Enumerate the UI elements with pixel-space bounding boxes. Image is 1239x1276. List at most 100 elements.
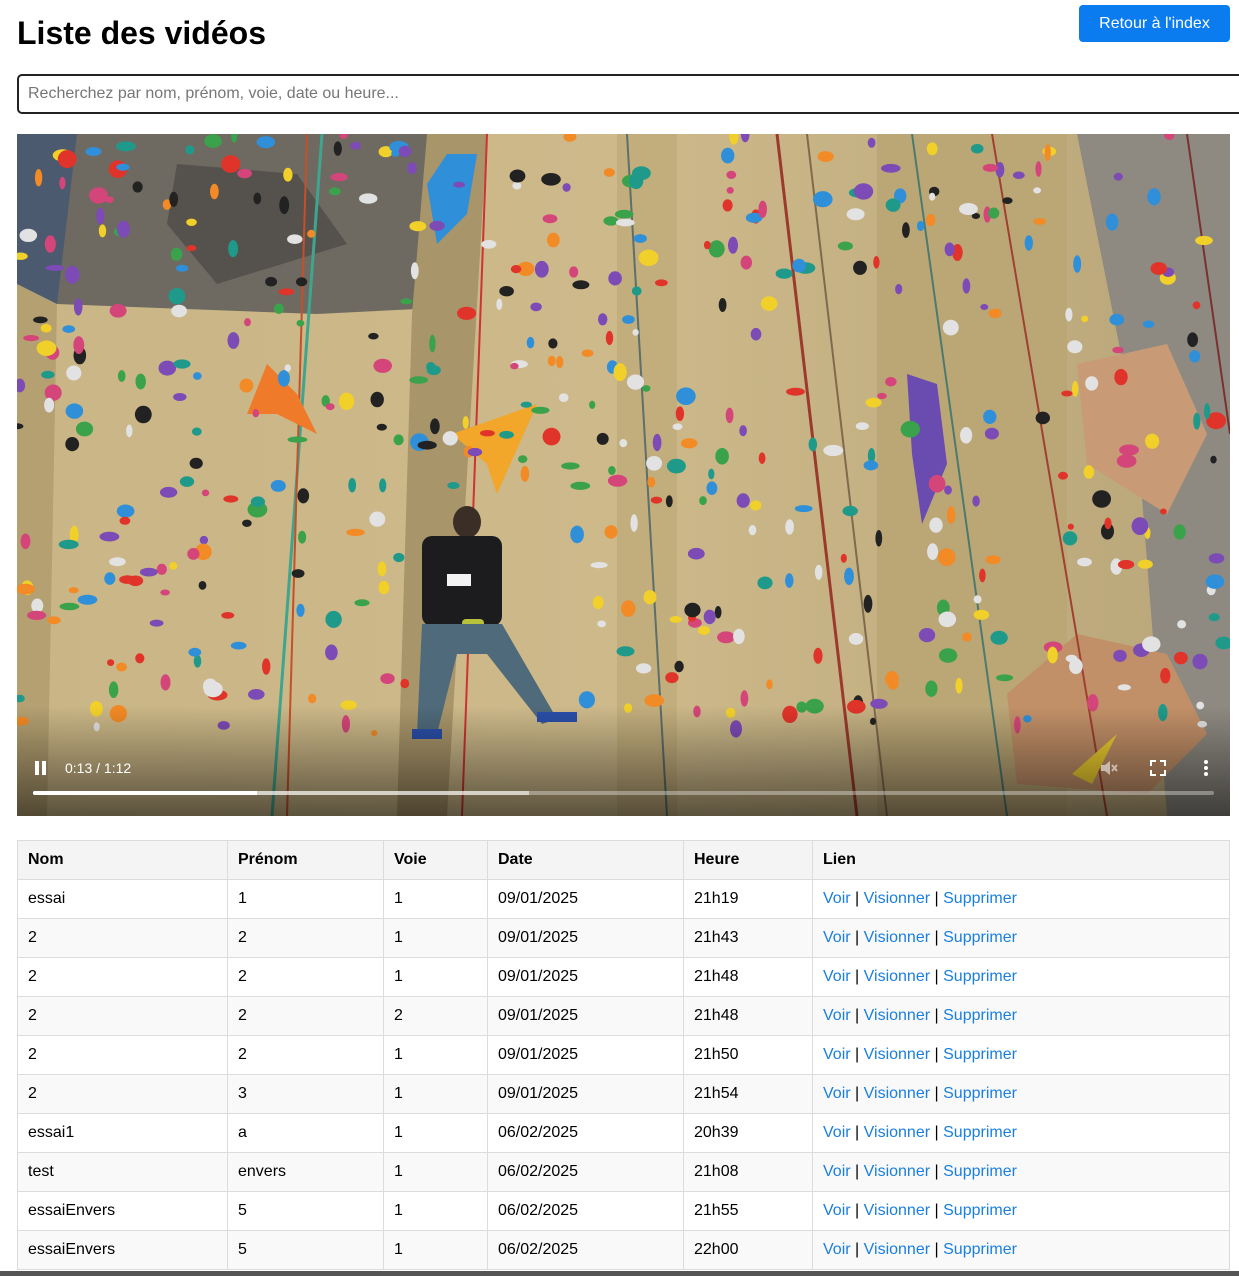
climbing-hold [298,530,307,544]
climbing-hold [1208,613,1220,622]
visionner-link[interactable]: Visionner [864,1202,930,1219]
more-vert-icon[interactable] [1197,758,1215,778]
cell-voie: 1 [383,1230,488,1270]
visionner-link[interactable]: Visionner [864,1007,930,1024]
climbing-hold [740,690,749,707]
climbing-hold [308,693,317,704]
climbing-hold [1177,620,1187,629]
supprimer-link[interactable]: Supprimer [943,890,1017,907]
link-separator: | [934,1046,939,1063]
supprimer-link[interactable]: Supprimer [943,1124,1017,1141]
climbing-hold [785,573,794,588]
volume-muted-icon[interactable] [1099,758,1119,778]
cell-heure: 21h54 [683,1074,813,1114]
climbing-hold [1189,350,1201,363]
video-progress-bar[interactable] [33,791,1214,795]
climbing-hold [1187,332,1198,347]
supprimer-link[interactable]: Supprimer [943,1202,1017,1219]
climbing-hold [370,391,384,408]
visionner-link[interactable]: Visionner [864,1085,930,1102]
climbing-hold [186,245,197,252]
voir-link[interactable]: Voir [823,1007,851,1024]
climbing-hold [160,589,170,596]
cell-voie: 1 [383,1035,488,1075]
voir-link[interactable]: Voir [823,1202,851,1219]
voir-link[interactable]: Voir [823,929,851,946]
voir-link[interactable]: Voir [823,1124,851,1141]
voir-link[interactable]: Voir [823,1241,851,1258]
cell-lien: Voir | Visionner | Supprimer [812,918,1230,958]
climbing-hold [655,279,668,287]
climbing-hold [542,427,561,446]
climbing-hold [1085,376,1099,391]
supprimer-link[interactable]: Supprimer [943,1046,1017,1063]
climbing-hold [1104,517,1112,530]
visionner-link[interactable]: Visionner [864,929,930,946]
visionner-link[interactable]: Visionner [864,1124,930,1141]
climbing-hold [615,218,635,227]
climbing-hold [530,302,542,312]
climbing-hold [650,496,663,504]
fullscreen-icon[interactable] [1148,758,1168,778]
climbing-hold [75,421,94,437]
climbing-hold [687,547,705,560]
voir-link[interactable]: Voir [823,1163,851,1180]
video-controls-overlay [17,706,1230,816]
supprimer-link[interactable]: Supprimer [943,1241,1017,1258]
climbing-hold [1117,684,1131,691]
visionner-link[interactable]: Visionner [864,1163,930,1180]
search-input[interactable] [17,74,1239,114]
climbing-hold [139,567,158,577]
climbing-hold [785,519,794,535]
pause-icon[interactable] [32,758,50,778]
climbing-hold [23,335,39,342]
climbing-hold [256,136,276,149]
climbing-hold [135,373,146,390]
climbing-hold [85,147,102,156]
climbing-hold [733,628,745,645]
supprimer-link[interactable]: Supprimer [943,968,1017,985]
back-to-index-button[interactable]: Retour à l'index [1079,5,1230,42]
visionner-link[interactable]: Visionner [864,890,930,907]
climbing-hold [409,376,429,384]
climbing-hold [173,359,191,369]
table-row: 2 2 1 09/01/2025 21h43 Voir | Visionner | Sup… [17,918,1230,958]
voir-link[interactable]: Voir [823,1046,851,1063]
link-separator: | [934,929,939,946]
climbing-hold [109,304,127,318]
voir-link[interactable]: Voir [823,1085,851,1102]
climbing-hold [59,176,66,190]
climbing-hold [592,596,604,610]
supprimer-link[interactable]: Supprimer [943,1163,1017,1180]
link-separator: | [934,968,939,985]
climbing-hold [198,581,207,590]
climbing-hold [1145,433,1160,449]
climbing-hold [632,329,639,336]
climbing-hold [918,628,936,643]
cell-nom: 2 [17,996,228,1036]
climbing-hold [982,163,999,172]
climbing-hold [715,448,729,465]
cell-heure: 21h08 [683,1152,813,1192]
climbing-hold [959,203,978,215]
table-row: 2 3 1 09/01/2025 21h54 Voir | Visionner | Sup… [17,1074,1230,1114]
horizontal-scrollbar[interactable] [0,1271,1239,1276]
supprimer-link[interactable]: Supprimer [943,1085,1017,1102]
climbing-hold [699,496,707,506]
climbing-hold [814,564,823,580]
visionner-link[interactable]: Visionner [864,1046,930,1063]
voir-link[interactable]: Voir [823,890,851,907]
video-player[interactable]: 0:13 / 1:12 [17,134,1230,816]
visionner-link[interactable]: Visionner [864,1241,930,1258]
climbing-hold [1077,557,1092,567]
supprimer-link[interactable]: Supprimer [943,929,1017,946]
visionner-link[interactable]: Visionner [864,968,930,985]
climbing-hold [740,255,752,270]
supprimer-link[interactable]: Supprimer [943,1007,1017,1024]
cell-lien: Voir | Visionner | Supprimer [812,1191,1230,1231]
cell-heure: 21h50 [683,1035,813,1075]
climbing-hold [330,173,348,182]
voir-link[interactable]: Voir [823,968,851,985]
climbing-hold [547,232,560,248]
climbing-hold [925,680,938,697]
